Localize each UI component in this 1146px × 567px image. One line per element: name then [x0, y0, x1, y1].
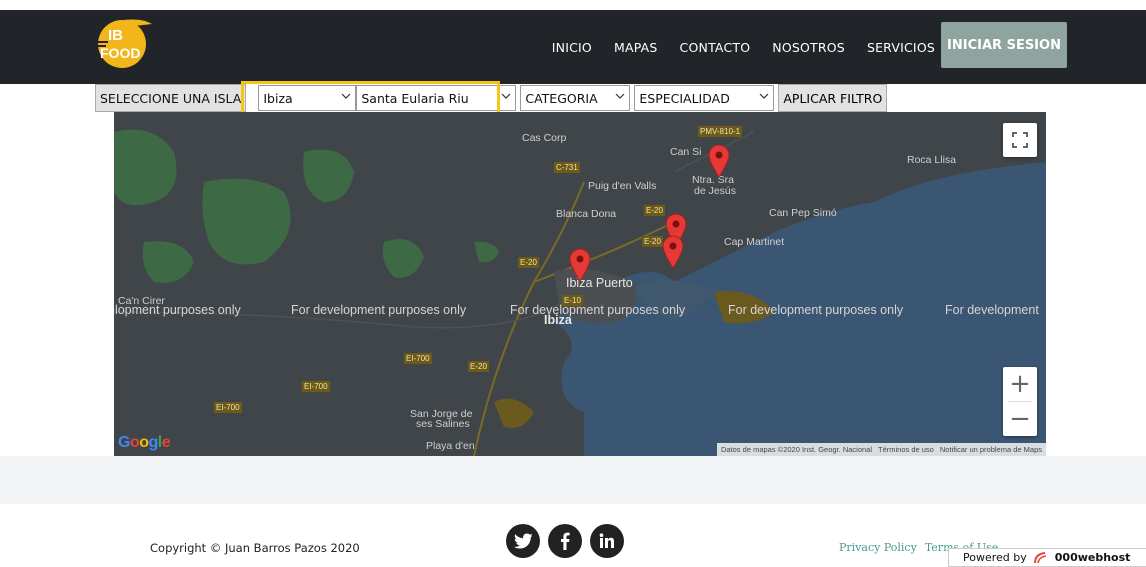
location-marker[interactable]: [708, 144, 730, 178]
linkedin-link[interactable]: [590, 524, 624, 558]
chevron-down-icon: [759, 93, 769, 99]
svg-text:IB: IB: [108, 27, 123, 44]
zoom-in-button[interactable]: +: [1003, 367, 1037, 401]
road-label: EI-700: [302, 381, 330, 392]
road-label: E-20: [518, 257, 539, 268]
host-name: 000webhost: [1054, 551, 1131, 564]
webhost-logo-icon: [1033, 551, 1046, 563]
selection-highlight: [241, 81, 500, 115]
place-label: Cap Martinet: [724, 236, 785, 248]
map-terms-link[interactable]: Términos de uso: [878, 445, 934, 454]
dev-watermark: For development purposes only: [728, 303, 904, 317]
place-label: Ibiza: [544, 313, 572, 327]
place-label: Cas Corp: [522, 132, 567, 144]
dev-watermark: For development purposes only: [510, 303, 686, 317]
nav-nosotros[interactable]: NOSOTROS: [761, 40, 856, 55]
road-label: PMV-810-1: [698, 126, 743, 137]
powered-by-label: Powered by: [963, 551, 1027, 564]
login-button[interactable]: INICIAR SESION: [941, 22, 1067, 68]
road-label: EI-700: [404, 353, 432, 364]
nav-mapas[interactable]: MAPAS: [603, 40, 669, 55]
road-label: EI-700: [214, 402, 242, 413]
zoom-control: + −: [1003, 367, 1037, 436]
zoom-out-button[interactable]: −: [1003, 402, 1037, 436]
place-label: Blanca Dona: [556, 208, 617, 220]
map[interactable]: elopment purposes only For development p…: [114, 112, 1046, 456]
place-label: Playa d'en: [426, 440, 475, 452]
powered-by-badge[interactable]: Powered by 000webhost: [948, 548, 1146, 567]
road-label: E-10: [562, 295, 583, 306]
google-logo[interactable]: Google: [118, 434, 171, 452]
category-select[interactable]: CATEGORIA: [520, 85, 631, 111]
place-label: Can Pep Simó: [769, 207, 837, 219]
place-label: Ca'n Cirer: [118, 295, 165, 307]
map-report-link[interactable]: Notificar un problema de Maps: [940, 445, 1042, 454]
place-label: de Jesús: [694, 185, 737, 197]
road-label: C-731: [554, 162, 580, 173]
map-data-credit: Datos de mapas ©2020 Inst. Geogr. Nacion…: [720, 445, 872, 454]
navbar: IB FOOD INICIO MAPAS CONTACTO NOSOTROS S…: [0, 10, 1146, 84]
road-label: E-20: [644, 205, 665, 216]
svg-text:FOOD: FOOD: [100, 45, 140, 61]
ib-food-logo[interactable]: IB FOOD: [94, 14, 158, 70]
place-label: Puig d'en Valls: [588, 180, 657, 192]
copyright-text: Copyright © Juan Barros Pazos 2020: [150, 541, 360, 555]
fullscreen-icon: [1012, 132, 1028, 148]
nav-links: INICIO MAPAS CONTACTO NOSOTROS SERVICIOS: [541, 10, 946, 84]
chevron-down-icon: [615, 93, 625, 99]
privacy-policy-link[interactable]: Privacy Policy: [839, 541, 917, 554]
place-label: Can Si: [670, 146, 702, 158]
content-band: [0, 456, 1146, 504]
facebook-link[interactable]: [548, 524, 582, 558]
place-label: Roca Llisa: [907, 154, 957, 166]
nav-servicios[interactable]: SERVICIOS: [856, 40, 946, 55]
location-marker[interactable]: [569, 248, 591, 282]
twitter-link[interactable]: [506, 524, 540, 558]
twitter-icon: [514, 533, 532, 549]
nav-inicio[interactable]: INICIO: [541, 40, 603, 55]
linkedin-icon: [599, 533, 614, 548]
dev-watermark: For development purposes only: [291, 303, 467, 317]
specialty-select-value: ESPECIALIDAD: [639, 90, 730, 106]
fullscreen-button[interactable]: [1003, 123, 1037, 157]
chevron-down-icon: [501, 93, 511, 99]
specialty-select[interactable]: ESPECIALIDAD: [634, 85, 775, 111]
facebook-icon: [561, 532, 570, 550]
social-links: [506, 524, 624, 558]
apply-filter-button[interactable]: APLICAR FILTRO: [778, 84, 888, 112]
category-select-value: CATEGORIA: [525, 90, 598, 106]
map-attribution: Datos de mapas ©2020 Inst. Geogr. Nacion…: [716, 443, 1046, 456]
road-label: E-20: [468, 361, 489, 372]
location-marker[interactable]: [662, 235, 684, 269]
place-label: ses Salines: [416, 418, 470, 430]
dev-watermark: For development: [945, 303, 1039, 317]
island-filter-label: SELECCIONE UNA ISLA: [95, 84, 247, 112]
nav-contacto[interactable]: CONTACTO: [669, 40, 762, 55]
road-label: E-20: [642, 236, 663, 247]
